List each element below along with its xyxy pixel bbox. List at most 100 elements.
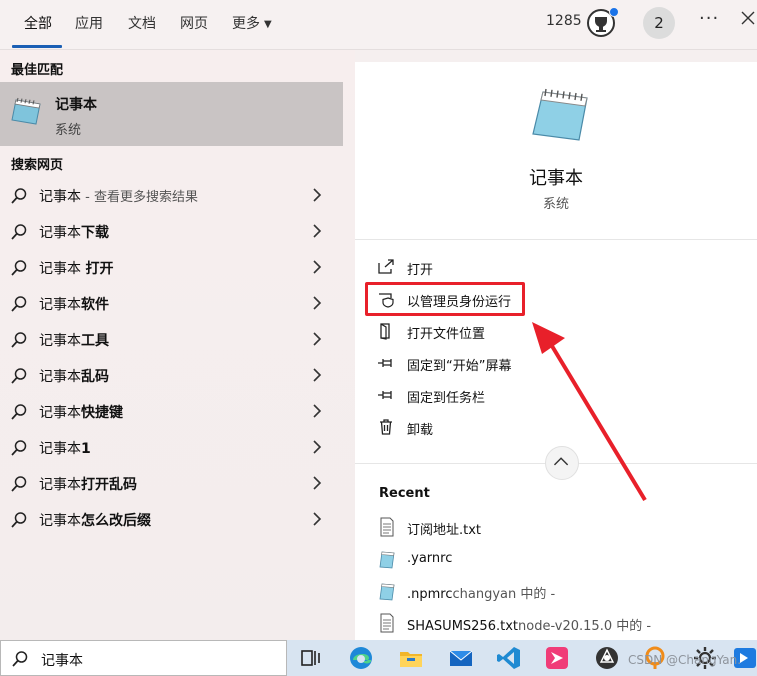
notepad-icon [379,551,395,569]
best-match-name: 记事本 [55,97,97,113]
web-search-item[interactable]: 记事本1 [0,430,343,466]
text-file-icon [380,613,394,633]
search-icon [11,512,27,528]
query-text: 记事本 [39,405,81,421]
search-icon [11,368,27,384]
notepad-icon [11,97,41,125]
file-name: .npmrc [407,587,453,602]
action-open-file-location[interactable]: 打开文件位置 [377,318,677,346]
app-title: 记事本 [529,168,583,189]
text-file-icon [380,517,394,537]
taskbar-search-box[interactable]: 记事本 [0,640,287,676]
task-view-icon[interactable] [297,644,325,672]
query-text: 记事本 [39,477,81,493]
web-search-item[interactable]: 记事本下载 [0,214,343,250]
web-search-text: 记事本下载 [39,222,109,242]
web-search-text: 记事本软件 [39,294,109,314]
chevron-up-icon [553,457,569,466]
suggestion-text: 怎么改后缀 [81,513,151,529]
folder-location-icon [380,323,390,340]
action-pin-to-taskbar[interactable]: 固定到任务栏 [377,382,677,410]
search-icon [11,476,27,492]
avatar[interactable]: 2 [643,7,675,39]
web-search-item[interactable]: 记事本打开乱码 [0,466,343,502]
file-name: SHASUMS256.txt [407,619,518,634]
web-search-item[interactable]: 记事本乱码 [0,358,343,394]
action-label: 固定到任务栏 [407,391,486,406]
web-search-item[interactable]: 记事本快捷键 [0,394,343,430]
recent-item-name: .yarnrc [407,551,452,566]
app-detail-panel: 记事本 系统 打开 以管理员身份运行 打开文件位置 固定到“开始”屏幕 固定到任… [355,62,757,640]
close-icon[interactable] [740,10,756,26]
web-search-text: 记事本打开乱码 [39,474,137,494]
web-search-text: 记事本 打开 [39,258,113,278]
search-input[interactable]: 记事本 [41,650,83,670]
recent-item[interactable]: .yarnrc [379,546,757,574]
file-explorer-icon[interactable] [397,644,425,672]
suggestion-text: 打开 [85,261,114,277]
recent-item[interactable]: SHASUMS256.txtnode-v20.15.0 中的 - [379,610,757,638]
suggestion-text: 快捷键 [81,405,123,421]
watermark: CSDN @ChangYan. [628,653,742,667]
web-search-text: 记事本1 [39,438,91,458]
query-text: 记事本 [39,333,81,349]
chevron-right-icon [313,296,322,310]
chevron-right-icon [313,368,322,382]
recent-item-name: 订阅地址.txt [407,519,481,538]
search-icon [12,651,28,667]
notepad-icon [532,88,588,141]
query-text: 记事本 [39,369,81,385]
app-dark-icon[interactable] [593,644,621,672]
edge-browser-icon[interactable] [347,644,375,672]
search-tabs-bar: 全部 应用 文档 网页 更多 ▼ 1285 2 ··· [0,0,757,50]
chevron-right-icon [313,188,322,202]
divider [355,239,757,240]
notepad-icon [379,583,395,601]
more-options-button[interactable]: ··· [699,8,719,29]
web-search-item[interactable]: 记事本工具 [0,322,343,358]
recent-item-name: SHASUMS256.txtnode-v20.15.0 中的 - [407,615,651,634]
recent-item[interactable]: 订阅地址.txt [379,514,757,542]
web-search-item[interactable]: 记事本 - 查看更多搜索结果 [0,178,343,214]
vscode-icon[interactable] [495,644,523,672]
taskbar: 记事本 CSDN @ChangYan. [0,640,757,676]
app-pink-icon[interactable] [543,644,571,672]
see-more-text: - 查看更多搜索结果 [81,190,198,205]
tab-more-label: 更多 [232,16,260,32]
open-icon [378,259,394,274]
collapse-button[interactable] [545,446,579,480]
action-uninstall[interactable]: 卸载 [377,414,677,442]
web-search-item[interactable]: 记事本 打开 [0,250,343,286]
suggestion-text: 下载 [81,225,109,241]
file-location: changyan 中的 - [452,587,556,602]
tab-all[interactable]: 全部 [24,13,52,33]
best-match-item[interactable]: 记事本 系统 [0,82,343,146]
search-icon [11,260,27,276]
best-match-heading: 最佳匹配 [11,63,64,78]
recent-item[interactable]: .npmrcchangyan 中的 - [379,578,757,606]
query-text: 记事本 [39,261,86,277]
trash-icon [380,419,392,435]
suggestion-text: 工具 [81,333,109,349]
pin-icon [378,359,392,367]
tab-web[interactable]: 网页 [180,13,208,33]
suggestion-text: 乱码 [81,369,109,385]
suggestion-text: 软件 [81,297,109,313]
mail-icon[interactable] [447,644,475,672]
web-search-item[interactable]: 记事本怎么改后缀 [0,502,343,538]
web-search-text: 记事本 - 查看更多搜索结果 [39,186,198,206]
action-pin-to-start[interactable]: 固定到“开始”屏幕 [377,350,677,378]
notification-dot [609,7,619,17]
chevron-right-icon [313,440,322,454]
web-search-heading: 搜索网页 [11,158,64,173]
tab-documents[interactable]: 文档 [128,13,156,33]
chevron-right-icon [313,476,322,490]
tab-apps[interactable]: 应用 [75,13,103,33]
results-list: 最佳匹配 记事本 系统 搜索网页 记事本 - 查看更多搜索结果 记事本下载 记事… [0,50,355,640]
web-search-item[interactable]: 记事本软件 [0,286,343,322]
chevron-right-icon [313,404,322,418]
action-open[interactable]: 打开 [377,254,677,282]
tab-more[interactable]: 更多 ▼ [232,13,272,33]
search-icon [11,440,27,456]
web-search-text: 记事本快捷键 [39,402,123,422]
